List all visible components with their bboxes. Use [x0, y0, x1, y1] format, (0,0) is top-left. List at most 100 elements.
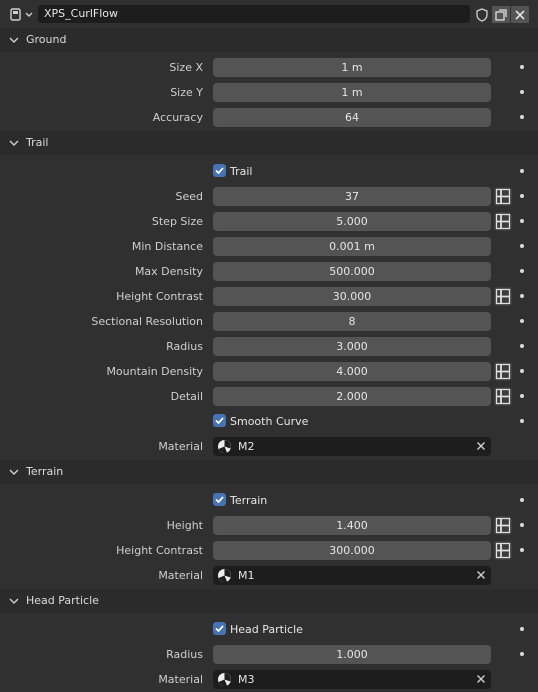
keyframe-dot-icon[interactable] [520, 294, 524, 298]
panel-header-trail[interactable]: Trail [0, 131, 538, 155]
keyframe-dot-icon[interactable] [520, 194, 524, 198]
panel-title: Trail [26, 136, 49, 149]
seed-field[interactable]: 37 [213, 187, 491, 206]
field-label: Sectional Resolution [91, 315, 203, 328]
field-label: Max Density [134, 265, 203, 278]
field-label: Material [158, 440, 203, 453]
sectional-resolution-field[interactable]: 8 [213, 312, 491, 331]
accuracy-field[interactable]: 64 [213, 108, 491, 127]
smooth-curve-checkbox[interactable] [213, 414, 226, 427]
attribute-toggle-button[interactable] [494, 212, 512, 231]
mountain-density-field[interactable]: 4.000 [213, 362, 491, 381]
attribute-toggle-button[interactable] [494, 516, 512, 535]
radius-field[interactable]: 3.000 [213, 337, 491, 356]
head-particle-radius-field[interactable]: 1.000 [213, 645, 491, 664]
row-terrain-toggle: Terrain [0, 488, 538, 513]
field-label: Height Contrast [116, 290, 203, 303]
row-trail-material: Material M2 [0, 434, 538, 459]
attribute-toggle-button[interactable] [494, 362, 512, 381]
keyframe-dot-icon[interactable] [520, 498, 524, 502]
attribute-grid-icon [495, 542, 511, 559]
close-icon[interactable] [476, 570, 486, 580]
field-label: Step Size [151, 215, 203, 228]
row-head-particle-radius: Radius 1.000 [0, 642, 538, 667]
attribute-toggle-button[interactable] [494, 187, 512, 206]
unlink-button[interactable] [511, 6, 529, 23]
panel-header-terrain[interactable]: Terrain [0, 460, 538, 484]
field-label: Detail [170, 390, 203, 403]
material-name: M3 [238, 673, 255, 686]
close-icon[interactable] [476, 674, 486, 684]
keyframe-dot-icon[interactable] [520, 269, 524, 273]
field-label: Size X [169, 61, 203, 74]
node-group-name-field[interactable]: XPS_CurlFlow [38, 5, 470, 23]
size-x-field[interactable]: 1 m [213, 58, 491, 77]
keyframe-dot-icon[interactable] [520, 344, 524, 348]
material-ball-icon [218, 440, 231, 454]
keyframe-dot-icon[interactable] [520, 169, 524, 173]
datablock-type-dropdown[interactable] [7, 6, 37, 23]
field-label: Height [166, 519, 203, 532]
row-terrain-material: Material M1 [0, 563, 538, 588]
checkbox-label[interactable]: Trail [230, 159, 252, 184]
keyframe-dot-icon[interactable] [520, 244, 524, 248]
terrain-height-field[interactable]: 1.400 [213, 516, 491, 535]
row-head-particle-material: Material M3 [0, 667, 538, 692]
field-label: Min Distance [131, 240, 203, 253]
checkmark-icon [215, 496, 224, 504]
head-particle-material-selector[interactable]: M3 [213, 670, 491, 689]
size-y-field[interactable]: 1 m [213, 83, 491, 102]
panel-header-head-particle[interactable]: Head Particle [0, 589, 538, 613]
keyframe-dot-icon[interactable] [520, 219, 524, 223]
row-accuracy: Accuracy 64 [0, 105, 538, 130]
keyframe-dot-icon[interactable] [520, 65, 524, 69]
fake-user-button[interactable] [473, 6, 491, 23]
keyframe-dot-icon[interactable] [520, 394, 524, 398]
terrain-material-selector[interactable]: M1 [213, 566, 491, 585]
head-particle-checkbox[interactable] [213, 622, 226, 635]
chevron-down-icon [9, 469, 19, 475]
keyframe-dot-icon[interactable] [520, 419, 524, 423]
checkmark-icon [215, 167, 224, 175]
keyframe-dot-icon[interactable] [520, 627, 524, 631]
shield-icon [476, 7, 488, 22]
panel-header-ground[interactable]: Ground [0, 28, 538, 52]
duplicate-icon [495, 8, 507, 21]
row-terrain-height-contrast: Height Contrast 300.000 [0, 538, 538, 563]
duplicate-button[interactable] [492, 6, 510, 23]
checkbox-label[interactable]: Terrain [230, 488, 267, 513]
trail-checkbox[interactable] [213, 164, 226, 177]
height-contrast-field[interactable]: 30.000 [213, 287, 491, 306]
keyframe-dot-icon[interactable] [520, 523, 524, 527]
close-icon[interactable] [476, 441, 486, 451]
trail-material-selector[interactable]: M2 [213, 437, 491, 456]
checkbox-label[interactable]: Smooth Curve [230, 409, 308, 434]
keyframe-dot-icon[interactable] [520, 652, 524, 656]
keyframe-dot-icon[interactable] [520, 319, 524, 323]
row-size-y: Size Y 1 m [0, 80, 538, 105]
terrain-height-contrast-field[interactable]: 300.000 [213, 541, 491, 560]
row-step-size: Step Size 5.000 [0, 209, 538, 234]
step-size-field[interactable]: 5.000 [213, 212, 491, 231]
material-ball-icon [218, 569, 231, 583]
row-size-x: Size X 1 m [0, 55, 538, 80]
keyframe-dot-icon[interactable] [520, 369, 524, 373]
terrain-checkbox[interactable] [213, 493, 226, 506]
keyframe-dot-icon[interactable] [520, 90, 524, 94]
max-density-field[interactable]: 500.000 [213, 262, 491, 281]
panel-title: Terrain [26, 465, 64, 478]
min-distance-field[interactable]: 0.001 m [213, 237, 491, 256]
attribute-grid-icon [495, 188, 511, 205]
keyframe-dot-icon[interactable] [520, 548, 524, 552]
row-sectional-resolution: Sectional Resolution 8 [0, 309, 538, 334]
attribute-toggle-button[interactable] [494, 287, 512, 306]
field-label: Material [158, 673, 203, 686]
attribute-toggle-button[interactable] [494, 387, 512, 406]
row-seed: Seed 37 [0, 184, 538, 209]
detail-field[interactable]: 2.000 [213, 387, 491, 406]
material-name: M2 [238, 440, 255, 453]
checkbox-label[interactable]: Head Particle [230, 617, 303, 642]
material-ball-icon [218, 673, 231, 687]
attribute-toggle-button[interactable] [494, 541, 512, 560]
keyframe-dot-icon[interactable] [520, 115, 524, 119]
